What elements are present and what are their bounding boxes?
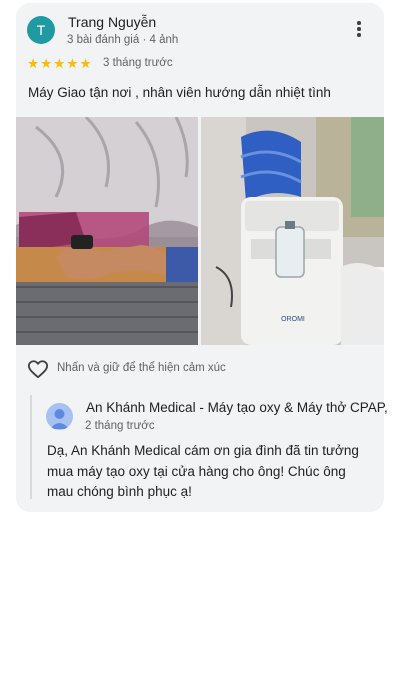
owner-avatar (46, 403, 73, 430)
owner-reply-time: 2 tháng trước (85, 420, 155, 432)
star-icon: ★ (66, 56, 79, 71)
owner-reply-text: Dạ, An Khánh Medical cám ơn gia đình đã … (47, 443, 359, 499)
more-options-icon[interactable] (349, 19, 369, 39)
review-photo-2[interactable]: OROMI (201, 117, 384, 345)
reviewer-avatar[interactable]: T (27, 16, 55, 44)
star-icon: ★ (40, 56, 53, 71)
owner-name: An Khánh Medical - Máy tạo oxy & Máy thở… (86, 400, 388, 415)
review-time: 3 tháng trước (103, 57, 173, 69)
reviewer-name[interactable]: Trang Nguyễn (68, 14, 156, 30)
heart-icon[interactable] (27, 359, 49, 379)
device-logo-text: OROMI (281, 316, 305, 323)
star-icon: ★ (79, 56, 92, 71)
star-rating: ★ ★ ★ ★ ★ (27, 55, 92, 72)
review-photo-1[interactable] (16, 117, 198, 345)
review-text: Máy Giao tận nơi , nhân viên hướng dẫn n… (28, 85, 331, 100)
reviewer-meta: 3 bài đánh giá · 4 ảnh (67, 34, 179, 46)
reaction-hint: Nhấn và giữ để thể hiện cảm xúc (57, 362, 226, 374)
person-icon (50, 409, 69, 429)
review-card: T Trang Nguyễn 3 bài đánh giá · 4 ảnh ★ … (16, 3, 388, 512)
reply-divider (30, 395, 32, 499)
oxygen-machine-photo-image: OROMI (201, 117, 384, 345)
star-icon: ★ (53, 56, 66, 71)
patient-photo-image (16, 117, 198, 345)
star-icon: ★ (27, 56, 40, 71)
